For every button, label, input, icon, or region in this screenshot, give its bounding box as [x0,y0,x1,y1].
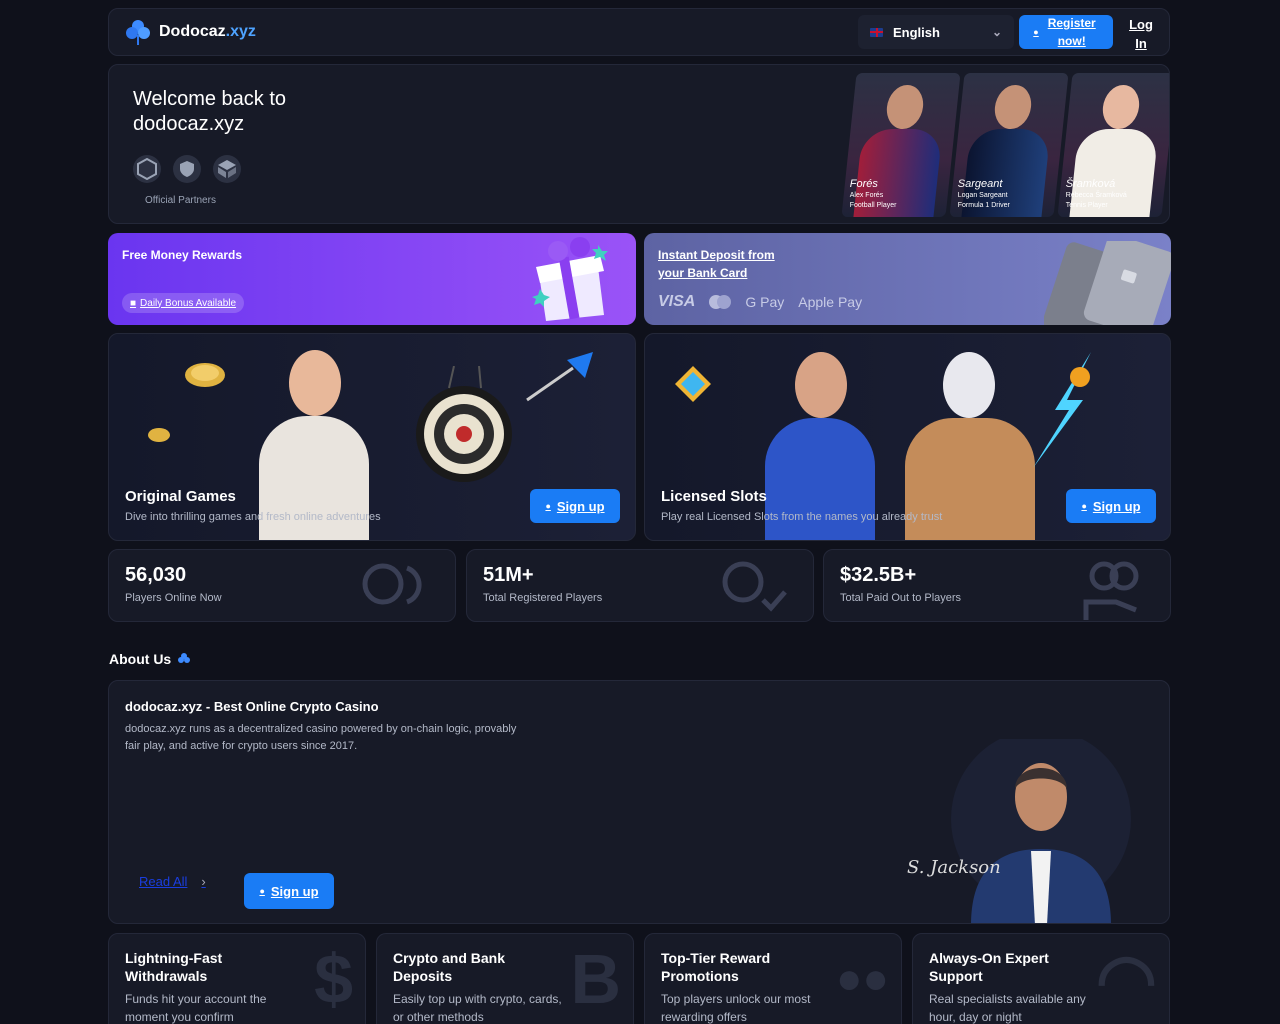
clover-icon [178,653,191,663]
gift-box-icon [532,237,608,321]
google-pay-logo: G Pay [745,294,785,310]
coins-hand-icon [1083,561,1139,620]
logo-text: Dodocaz.xyz [159,23,256,40]
about-text: dodocaz.xyz runs as a decentralized casi… [125,723,517,752]
ceo-signature: S. Jackson [907,857,1001,878]
user-icon: ● [545,501,551,511]
payment-logos: VISA G Pay Apple Pay [658,293,862,311]
feature-text: Real specialists available any hour, day… [929,992,1086,1024]
coins-icon: ●● [835,954,889,1003]
apple-pay-logo: Apple Pay [798,294,863,310]
licensed-slots-tile[interactable]: Licensed Slots Play real Licensed Slots … [644,333,1171,541]
stat-players-online: 56,030 Players Online Now [108,549,456,622]
dollar-icon: $ [314,940,353,1018]
original-games-tile[interactable]: Original Games Dive into thrilling games… [108,333,636,541]
site-logo[interactable]: Dodocaz.xyz [123,17,256,47]
promo-title: Free Money Rewards [122,248,243,262]
daily-bonus-badge[interactable]: ■ Daily Bonus Available [122,293,245,313]
stat-total-paid: $32.5B+ Total Paid Out to Players [823,549,1171,622]
instant-deposit-banner[interactable]: Instant Deposit from your Bank Card VISA… [644,233,1171,325]
language-label: English [893,24,940,40]
sign-up-button[interactable]: ● Sign up [1066,489,1156,523]
stat-label: Players Online Now [125,592,222,604]
uk-flag-icon [870,27,883,37]
gift-icon: ■ [130,297,137,309]
sign-up-button[interactable]: ● Sign up [530,489,620,523]
chevron-down-icon: ⌄ [991,25,1002,39]
orange-gem-icon [1070,367,1090,387]
welcome-hero: Welcome back to dodocaz.xyz Official Par… [108,64,1170,224]
dart-icon [526,352,593,402]
user-icon: ● [1033,27,1039,37]
about-title: dodocaz.xyz - Best Online Crypto Casino [125,699,379,714]
visa-logo: VISA [658,293,696,310]
gold-coin-icon [185,363,225,387]
blockchain-logo-icon [213,155,241,183]
athlete-card: Sargeant Logan Sargeant Formula 1 Driver [949,73,1069,217]
bank-cards-icon [1044,241,1171,325]
feature-withdrawals: $ Lightning-Fast Withdrawals Funds hit y… [108,933,366,1024]
feature-text: Funds hit your account the moment you co… [125,992,267,1024]
stat-value: 56,030 [125,564,187,586]
feature-title: Lightning-Fast Withdrawals [125,950,223,984]
feature-title: Top-Tier Reward Promotions [661,950,771,984]
feature-text: Top players unlock our most rewarding of… [661,992,811,1024]
user-check-icon [722,561,787,612]
dartboard-icon [416,366,512,482]
athlete-card: Šramková Rebecca Šramková Tennis Player [1057,73,1169,217]
tile-title: Original Games [125,488,236,505]
about-us-card: dodocaz.xyz - Best Online Crypto Casino … [108,680,1170,924]
mastercard-logo-icon [709,295,732,309]
language-select[interactable]: English ⌄ [858,15,1014,49]
stat-label: Total Registered Players [483,592,603,604]
feature-promotions: ●● Top-Tier Reward Promotions Top player… [644,933,902,1024]
stat-value: $32.5B+ [840,564,917,586]
user-icon: ● [259,886,265,896]
gold-coin-icon [148,428,170,442]
feature-title: Crypto and Bank Deposits [393,950,506,984]
read-all-link[interactable]: Read All › [139,874,206,889]
sign-up-button[interactable]: ● Sign up [244,873,334,909]
feature-text: Easily top up with crypto, cards, or oth… [393,992,562,1024]
stat-registered-players: 51M+ Total Registered Players [466,549,814,622]
clover-logo-icon [126,20,150,45]
feature-title: Always-On Expert Support [929,950,1049,984]
users-online-icon [362,563,422,605]
trust-logo-icon [173,155,201,183]
bitcoin-icon: B [570,940,621,1018]
about-us-heading: About Us [109,651,191,667]
promo-title: Instant Deposit from your Bank Card [658,248,775,280]
top-header: Dodocaz.xyz English ⌄ ● Register now! Lo… [108,8,1170,56]
tile-subtitle: Dive into thrilling games and fresh onli… [125,511,381,523]
tile-subtitle: Play real Licensed Slots from the names … [661,511,943,523]
register-button[interactable]: ● Register now! [1019,15,1113,49]
login-link[interactable]: Log In [1123,15,1159,53]
user-icon: ● [1081,501,1087,511]
stat-value: 51M+ [483,564,534,586]
crypto-com-logo-icon [133,155,161,183]
tile-title: Licensed Slots [661,488,767,505]
athlete-card: Forés Alex Forés Football Player [841,73,961,217]
hero-title: Welcome back to dodocaz.xyz [133,88,287,135]
feature-support: ◠ Always-On Expert Support Real speciali… [912,933,1170,1024]
ambassador-photos: Forés Alex Forés Football Player Sargeant L… [841,73,1169,217]
stat-label: Total Paid Out to Players [840,592,962,604]
feature-deposits: B Crypto and Bank Deposits Easily top up… [376,933,634,1024]
chevron-right-icon: › [201,874,206,889]
gem-icon [675,366,711,402]
partners-label: Official Partners [145,195,216,206]
free-money-rewards-banner[interactable]: Free Money Rewards ■ Daily Bonus Availab… [108,233,636,325]
ceo-portrait [951,729,1131,923]
partner-logos [133,155,241,183]
